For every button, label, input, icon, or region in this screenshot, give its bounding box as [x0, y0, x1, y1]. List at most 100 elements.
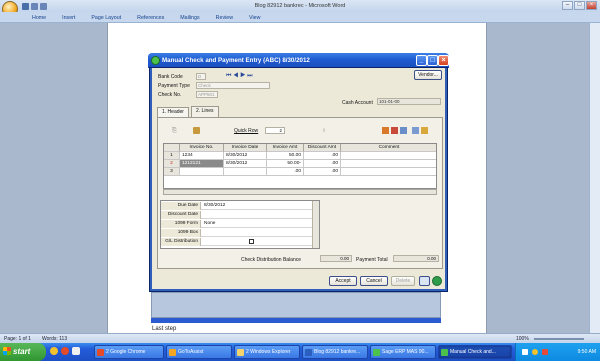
- print-grid-icon[interactable]: [412, 127, 419, 134]
- delete-button[interactable]: Delete: [391, 276, 415, 286]
- network-icon[interactable]: [522, 349, 528, 355]
- customize-icon[interactable]: [421, 127, 428, 134]
- zoom-level[interactable]: 100%: [516, 336, 529, 342]
- desktop-icon[interactable]: [72, 347, 80, 355]
- cancel-button[interactable]: Cancel: [360, 276, 388, 286]
- gl-distribution-checkbox[interactable]: [249, 239, 254, 244]
- paste-icon[interactable]: ⎘: [172, 128, 177, 135]
- delete-row-icon[interactable]: [391, 127, 398, 134]
- invoice-date-cell[interactable]: 8/30/2012: [224, 160, 267, 168]
- dialog-minimize-button[interactable]: _: [416, 55, 427, 66]
- sage-icon: [441, 349, 448, 356]
- row-number: 2: [164, 160, 180, 168]
- tab-page-layout[interactable]: Page Layout: [83, 12, 129, 22]
- comment-cell[interactable]: [341, 168, 436, 176]
- taskbar-label: 2 Google Chrome: [106, 349, 146, 355]
- dialog-maximize-button[interactable]: □: [427, 55, 438, 66]
- vertical-scrollbar[interactable]: [589, 23, 600, 333]
- tab-lines[interactable]: 2. Lines: [191, 106, 219, 117]
- close-button[interactable]: ×: [586, 1, 597, 10]
- taskbar-label: Sage ERP MAS 90...: [382, 349, 429, 355]
- system-tray: 9:50 AM: [515, 343, 600, 361]
- tab-references[interactable]: References: [129, 12, 172, 22]
- taskbar-item-chrome[interactable]: 2 Google Chrome: [94, 345, 164, 359]
- tab-insert[interactable]: Insert: [54, 12, 83, 22]
- keyboard-icon[interactable]: [193, 127, 200, 134]
- detail-scrollbar[interactable]: [312, 201, 319, 248]
- column-invoice-no[interactable]: Invoice No.: [180, 144, 224, 152]
- taskbar-item-word[interactable]: Blog 82912 bankre...: [302, 345, 368, 359]
- tab-mailings[interactable]: Mailings: [172, 12, 207, 22]
- table-row[interactable]: 2 1212121 8/30/2012 50.00- .00: [164, 160, 436, 168]
- invoice-no-cell[interactable]: 1212121: [180, 160, 224, 168]
- split-icon[interactable]: ⇳: [322, 128, 326, 134]
- form-1099-value[interactable]: None: [204, 220, 215, 227]
- table-row[interactable]: 1 1234 8/30/2012 50.00 .00: [164, 152, 436, 160]
- invoice-date-cell[interactable]: [224, 168, 267, 176]
- tab-home[interactable]: Home: [24, 12, 54, 22]
- grid-horizontal-scrollbar[interactable]: [163, 189, 437, 195]
- security-icon[interactable]: [532, 349, 538, 355]
- discount-amt-cell[interactable]: .00: [304, 168, 341, 176]
- volume-icon[interactable]: [542, 349, 548, 355]
- start-button[interactable]: start: [0, 343, 46, 361]
- help-icon[interactable]: [432, 276, 442, 286]
- comment-cell[interactable]: [341, 160, 436, 168]
- check-no-field[interactable]: APP501: [196, 91, 218, 98]
- gotoassist-icon: [169, 349, 176, 356]
- invoice-no-cell[interactable]: 1234: [180, 152, 224, 160]
- accept-button[interactable]: Accept: [329, 276, 357, 286]
- invoice-amt-cell[interactable]: 50.00: [267, 152, 304, 160]
- invoice-amt-cell[interactable]: .00: [267, 168, 304, 176]
- clock[interactable]: 9:50 AM: [578, 349, 596, 355]
- window-title: Blog 82912 bankrec - Microsoft Word: [254, 3, 346, 9]
- due-date-value[interactable]: 8/30/2012: [204, 202, 225, 209]
- tab-header[interactable]: 1. Header: [157, 107, 189, 117]
- insert-row-icon[interactable]: [382, 127, 389, 134]
- bank-code-field[interactable]: D: [196, 73, 206, 80]
- maximize-button[interactable]: □: [574, 1, 585, 10]
- taskbar-item-manual-check[interactable]: Manual Check and...: [438, 345, 512, 359]
- box-1099-label: 1099 Box: [161, 229, 201, 237]
- folder-icon: [237, 349, 244, 356]
- word-title-bar: Blog 82912 bankrec - Microsoft Word – □ …: [0, 0, 600, 17]
- detail-row: Discount Date: [161, 211, 313, 219]
- column-invoice-amt[interactable]: Invoice Amt: [267, 144, 304, 152]
- record-navigation-icon[interactable]: ⏮ ◀ ▶ ⏭: [226, 73, 253, 80]
- invoice-amt-cell[interactable]: 50.00-: [267, 160, 304, 168]
- zoom-slider[interactable]: [534, 338, 584, 340]
- column-invoice-date[interactable]: Invoice Date: [224, 144, 267, 152]
- print-icon[interactable]: [419, 276, 430, 286]
- quick-row-input[interactable]: 2: [265, 127, 285, 134]
- comment-cell[interactable]: [341, 152, 436, 160]
- column-discount-amt[interactable]: Discount Amt: [304, 144, 341, 152]
- invoice-date-cell[interactable]: 8/30/2012: [224, 152, 267, 160]
- table-row[interactable]: 3 .00 .00: [164, 168, 436, 176]
- dialog-close-button[interactable]: ×: [438, 55, 449, 66]
- status-bar: Page: 1 of 1 Words: 113 100%: [0, 333, 600, 343]
- grid-settings-icon[interactable]: [400, 127, 407, 134]
- payment-type-select[interactable]: Check: [196, 82, 270, 89]
- word-window-controls: – □ ×: [562, 1, 597, 10]
- column-comment[interactable]: Comment: [341, 144, 436, 152]
- invoice-no-cell[interactable]: [180, 168, 224, 176]
- taskbar-item-explorer[interactable]: 2 Windows Explorer: [234, 345, 300, 359]
- tab-view[interactable]: View: [241, 12, 268, 22]
- document-text: Last step: [152, 326, 177, 332]
- taskbar-label: GoToAssist: [178, 349, 204, 355]
- ie-icon[interactable]: [50, 347, 58, 355]
- word-count[interactable]: Words: 113: [42, 336, 67, 342]
- check-distribution-value: 0.00: [320, 255, 352, 262]
- dialog-title: Manual Check and Payment Entry (ABC) 8/3…: [162, 57, 310, 64]
- vendor-button[interactable]: Vendor...: [414, 70, 442, 80]
- discount-amt-cell[interactable]: .00: [304, 152, 341, 160]
- taskbar-item-sage[interactable]: Sage ERP MAS 90...: [370, 345, 436, 359]
- discount-amt-cell[interactable]: .00: [304, 160, 341, 168]
- line-detail-panel: Due Date 8/30/2012 Discount Date 1099 For…: [160, 200, 320, 249]
- chrome-icon[interactable]: [61, 347, 69, 355]
- minimize-button[interactable]: –: [562, 1, 573, 10]
- taskbar-item-gotoassist[interactable]: GoToAssist: [166, 345, 232, 359]
- payment-type-label: Payment Type: [158, 83, 190, 89]
- tab-review[interactable]: Review: [208, 12, 241, 22]
- page-count[interactable]: Page: 1 of 1: [4, 336, 31, 342]
